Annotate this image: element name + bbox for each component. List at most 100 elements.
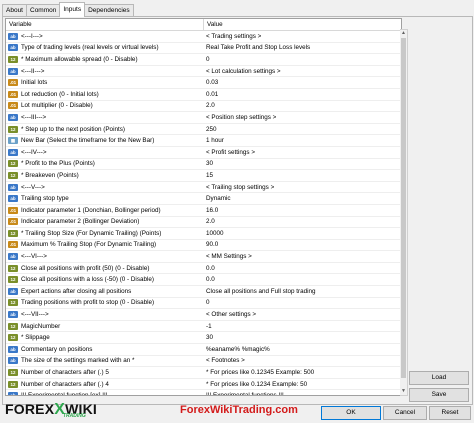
value-cell[interactable]: Dynamic xyxy=(203,195,231,202)
value-cell[interactable]: 2.0 xyxy=(203,218,215,225)
table-row[interactable]: 12 Close all positions with a loss (-50) … xyxy=(6,274,401,287)
value-cell[interactable]: < Trailing stop settings > xyxy=(203,184,274,191)
value-cell[interactable]: 30 xyxy=(203,160,213,167)
scrollbar-thumb[interactable] xyxy=(401,38,406,378)
table-row[interactable]: 12 Close all positions with profit (50) (… xyxy=(6,263,401,275)
value-cell[interactable]: 0.0 xyxy=(203,265,215,272)
value-cell[interactable]: 16.0 xyxy=(203,207,218,214)
grid-header: Variable Value xyxy=(6,19,401,31)
table-row[interactable]: ab <---IV---> < Profit settings > xyxy=(6,147,401,159)
variable-name: Commentary on positions xyxy=(21,345,93,353)
table-row[interactable]: ab Expert actions after closing all posit… xyxy=(6,286,401,298)
table-row[interactable]: ab <---VII---> < Other settings > xyxy=(6,309,401,321)
table-row[interactable]: 12 MagicNumber -1 xyxy=(6,321,401,333)
value-cell[interactable]: -1 xyxy=(203,323,212,330)
text-type-icon: ab xyxy=(8,183,18,191)
table-row[interactable]: ab!!! Experimental function [ex] !!!!!! … xyxy=(6,390,401,396)
value-cell[interactable]: 0 xyxy=(203,299,210,306)
double-type-icon: .01 xyxy=(8,90,18,98)
scroll-up-arrow-icon[interactable]: ▲ xyxy=(400,30,407,37)
value-cell[interactable]: < Footnotes > xyxy=(203,357,245,364)
load-button[interactable]: Load xyxy=(409,371,469,385)
table-row[interactable]: .01 Lot reduction (0 - Initial lots) 0.01 xyxy=(6,89,401,101)
table-row[interactable]: 12 * Step up to the next position (Points… xyxy=(6,124,401,136)
save-button[interactable]: Save xyxy=(409,388,469,402)
table-row[interactable]: ab <---V---> < Trailing stop settings > xyxy=(6,182,401,194)
value-cell[interactable]: 250 xyxy=(203,126,217,133)
value-cell[interactable]: < Lot calculation settings > xyxy=(203,68,281,75)
table-row[interactable]: 12 Number of characters after (.) 4 * For … xyxy=(6,379,401,391)
tab-inputs[interactable]: Inputs xyxy=(59,2,86,17)
table-row[interactable]: .01 Indicator parameter 2 (Bollinger Devi… xyxy=(6,217,401,229)
variable-name: Trailing stop type xyxy=(21,195,69,203)
table-row[interactable]: ab <---II---> < Lot calculation settings > xyxy=(6,66,401,78)
table-row[interactable]: ▦ New Bar (Select the timeframe for the N… xyxy=(6,135,401,147)
tab-bar: About Common Inputs Dependencies xyxy=(2,2,134,17)
integer-type-icon: 12 xyxy=(8,369,18,377)
table-row[interactable]: ab The size of the settings marked with a… xyxy=(6,356,401,368)
table-row[interactable]: ab <---VI---> < MM Settings > xyxy=(6,251,401,263)
column-header-variable[interactable]: Variable xyxy=(6,19,204,30)
value-cell[interactable]: 90.0 xyxy=(203,241,218,248)
value-cell[interactable]: 15 xyxy=(203,172,213,179)
cancel-button[interactable]: Cancel xyxy=(383,406,427,420)
value-cell[interactable]: < MM Settings > xyxy=(203,253,252,260)
table-row[interactable]: 12 * Maximum allowable spread (0 - Disabl… xyxy=(6,54,401,66)
table-row[interactable]: .01 Maximum % Trailing Stop (For Dynamic … xyxy=(6,240,401,252)
table-row[interactable]: 12 Trading positions with profit to stop … xyxy=(6,298,401,310)
value-cell[interactable]: 0.01 xyxy=(203,91,218,98)
scroll-down-arrow-icon[interactable]: ▼ xyxy=(400,388,407,395)
variable-name: Type of trading levels (real levels or v… xyxy=(21,44,159,52)
value-cell[interactable]: !!! Experimental functions !!! xyxy=(203,392,284,395)
value-cell[interactable]: 10000 xyxy=(203,230,224,237)
value-cell[interactable]: 1 hour xyxy=(203,137,224,144)
value-cell[interactable]: * For prices like 0.1234 Example: 50 xyxy=(203,381,307,388)
variable-cell: ab The size of the settings marked with a… xyxy=(6,357,203,365)
value-cell[interactable]: 2.0 xyxy=(203,102,215,109)
text-type-icon: ab xyxy=(8,195,18,203)
vertical-scrollbar[interactable]: ▲ ▼ xyxy=(400,29,408,396)
table-row[interactable]: ab <---III---> < Position step settings > xyxy=(6,112,401,124)
variable-name: Close all positions with a loss (-50) (0… xyxy=(21,276,154,284)
value-cell[interactable]: 0.0 xyxy=(203,276,215,283)
value-cell[interactable]: < Trading settings > xyxy=(203,33,261,40)
variable-name: !!! Experimental function [ex] !!! xyxy=(21,392,108,396)
table-row[interactable]: 12 * Slippage 30 xyxy=(6,332,401,345)
value-cell[interactable]: %eaname% %magic% xyxy=(203,346,270,353)
ok-button[interactable]: OK xyxy=(321,406,381,420)
variable-cell: 12 Trading positions with profit to stop … xyxy=(6,299,203,307)
reset-button[interactable]: Reset xyxy=(429,406,471,420)
text-type-icon: ab xyxy=(8,311,18,319)
variable-name: <---VI---> xyxy=(21,253,47,261)
table-row[interactable]: ab Trailing stop type Dynamic xyxy=(6,193,401,205)
integer-type-icon: 12 xyxy=(8,160,18,168)
value-cell[interactable]: Real Take Profit and Stop Loss levels xyxy=(203,44,310,51)
variable-name: * Breakeven (Points) xyxy=(21,171,79,179)
variable-name: * Step up to the next position (Points) xyxy=(21,125,125,133)
logo-subtitle: TRADING xyxy=(63,413,86,419)
table-row[interactable]: ab Commentary on positions %eaname% %magic… xyxy=(6,344,401,356)
table-row[interactable]: ab <---I---> < Trading settings > xyxy=(6,31,401,43)
variable-cell: ab Trailing stop type xyxy=(6,195,203,203)
text-type-icon: ab xyxy=(8,44,18,52)
value-cell[interactable]: < Position step settings > xyxy=(203,114,276,121)
value-cell[interactable]: 0.03 xyxy=(203,79,218,86)
table-row[interactable]: 12 * Breakeven (Points) 15 xyxy=(6,170,401,182)
value-cell[interactable]: Close all positions and Full stop tradin… xyxy=(203,288,316,295)
table-row[interactable]: .01 Lot multiplier (0 - Disable) 2.0 xyxy=(6,101,401,113)
value-cell[interactable]: < Other settings > xyxy=(203,311,256,318)
column-header-value[interactable]: Value xyxy=(204,19,223,30)
value-cell[interactable]: * For prices like 0.12345 Example: 500 xyxy=(203,369,314,376)
table-row[interactable]: 12 Number of characters after (.) 5 * For … xyxy=(6,367,401,379)
table-row[interactable]: 12 * Trailing Stop Size (For Dynamic Trai… xyxy=(6,228,401,240)
variable-cell: 12 * Step up to the next position (Points… xyxy=(6,125,203,133)
value-cell[interactable]: 0 xyxy=(203,56,210,63)
table-row[interactable]: ab Type of trading levels (real levels or… xyxy=(6,43,401,55)
table-row[interactable]: 12 * Profit to the Plus (Points) 30 xyxy=(6,159,401,171)
value-cell[interactable]: < Profit settings > xyxy=(203,149,255,156)
table-row[interactable]: .01 Initial lots 0.03 xyxy=(6,77,401,89)
double-type-icon: .01 xyxy=(8,102,18,110)
variable-cell: 12 * Profit to the Plus (Points) xyxy=(6,160,203,168)
value-cell[interactable]: 30 xyxy=(203,334,213,341)
table-row[interactable]: .01 Indicator parameter 1 (Donchian, Boll… xyxy=(6,205,401,217)
